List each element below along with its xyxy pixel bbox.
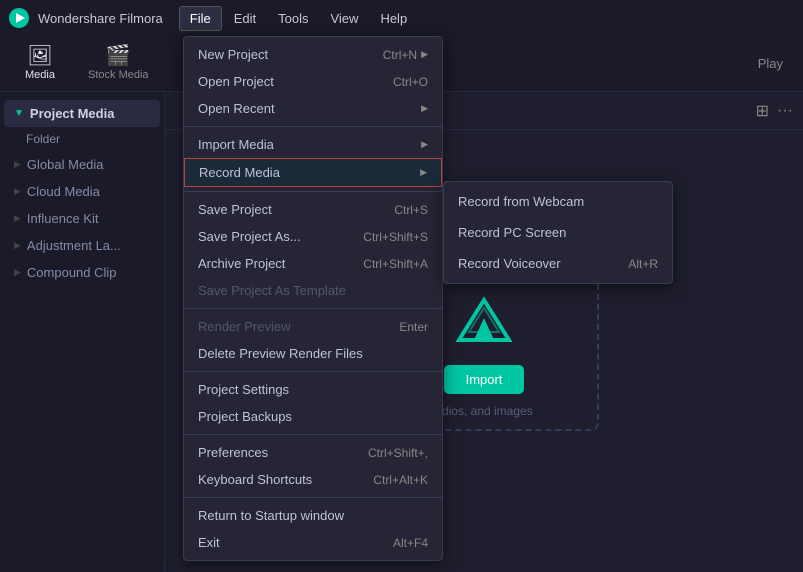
more-options-icon[interactable]: ··· [777,102,793,120]
expand-arrow-icon: ▼ [14,108,24,119]
sidebar: ▼ Project Media Folder ▶ Global Media ▶ … [0,92,165,572]
sidebar-folder[interactable]: Folder [4,127,160,151]
separator [184,308,442,309]
play-button[interactable]: Play [748,52,793,75]
sidebar-influence-kit[interactable]: ▶ Influence Kit [4,205,160,232]
menu-open-recent[interactable]: Open Recent ▶ [184,95,442,122]
chevron-right-icon: ▶ [14,240,21,251]
chevron-right-icon: ▶ [14,213,21,224]
separator [184,126,442,127]
sidebar-project-media[interactable]: ▼ Project Media [4,100,160,127]
app-logo [8,7,30,29]
sidebar-compound-clip[interactable]: ▶ Compound Clip [4,259,160,286]
submenu-arrow-icon: ▶ [420,167,427,178]
menu-import-media[interactable]: Import Media ▶ [184,131,442,158]
menu-help[interactable]: Help [370,7,417,30]
menu-save-project-as[interactable]: Save Project As... Ctrl+Shift+S [184,223,442,250]
filter-icon[interactable]: ⊞ [756,101,769,121]
menu-render-preview: Render Preview Enter [184,313,442,340]
menu-project-settings[interactable]: Project Settings [184,376,442,403]
separator [184,497,442,498]
menu-save-template: Save Project As Template [184,277,442,304]
import-hint: udios, and images [435,404,532,418]
media-icon: 🖼 [27,46,52,66]
menu-bar: File Edit Tools View Help [179,6,417,31]
app-name: Wondershare Filmora [38,11,163,26]
sidebar-adjustment-layer[interactable]: ▶ Adjustment La... [4,232,160,259]
menu-preferences[interactable]: Preferences Ctrl+Shift+, [184,439,442,466]
separator [184,434,442,435]
sidebar-global-media[interactable]: ▶ Global Media [4,151,160,178]
menu-project-backups[interactable]: Project Backups [184,403,442,430]
import-button[interactable]: Import [444,365,525,394]
menu-tools[interactable]: Tools [268,7,318,30]
file-menu-dropdown: New Project Ctrl+N ▶ Open Project Ctrl+O… [183,36,443,561]
menu-record-webcam[interactable]: Record from Webcam [444,186,672,217]
menu-open-project[interactable]: Open Project Ctrl+O [184,68,442,95]
sidebar-cloud-media[interactable]: ▶ Cloud Media [4,178,160,205]
menu-record-pc[interactable]: Record PC Screen [444,217,672,248]
tab-stock-media[interactable]: 🎬 Stock Media [74,40,163,87]
title-bar: Wondershare Filmora File Edit Tools View… [0,0,803,36]
menu-file[interactable]: File [179,6,222,31]
chevron-right-icon: ▶ [14,267,21,278]
record-submenu: Record from Webcam Record PC Screen Reco… [443,181,673,284]
menu-return-startup[interactable]: Return to Startup window [184,502,442,529]
stock-media-icon: 🎬 [106,46,131,66]
menu-delete-render[interactable]: Delete Preview Render Files [184,340,442,367]
submenu-arrow-icon: ▶ [421,49,428,60]
filmora-logo-large [449,285,519,355]
menu-archive-project[interactable]: Archive Project Ctrl+Shift+A [184,250,442,277]
menu-record-voiceover[interactable]: Record Voiceover Alt+R [444,248,672,279]
menu-keyboard-shortcuts[interactable]: Keyboard Shortcuts Ctrl+Alt+K [184,466,442,493]
menu-new-project[interactable]: New Project Ctrl+N ▶ [184,41,442,68]
tab-media[interactable]: 🖼 Media [10,40,70,87]
separator [184,191,442,192]
menu-record-media[interactable]: Record Media ▶ [184,158,442,187]
chevron-right-icon: ▶ [14,159,21,170]
separator [184,371,442,372]
menu-view[interactable]: View [320,7,368,30]
menu-edit[interactable]: Edit [224,7,266,30]
chevron-right-icon: ▶ [14,186,21,197]
submenu-arrow-icon: ▶ [421,103,428,114]
menu-save-project[interactable]: Save Project Ctrl+S [184,196,442,223]
submenu-arrow-icon: ▶ [421,139,428,150]
menu-exit[interactable]: Exit Alt+F4 [184,529,442,556]
